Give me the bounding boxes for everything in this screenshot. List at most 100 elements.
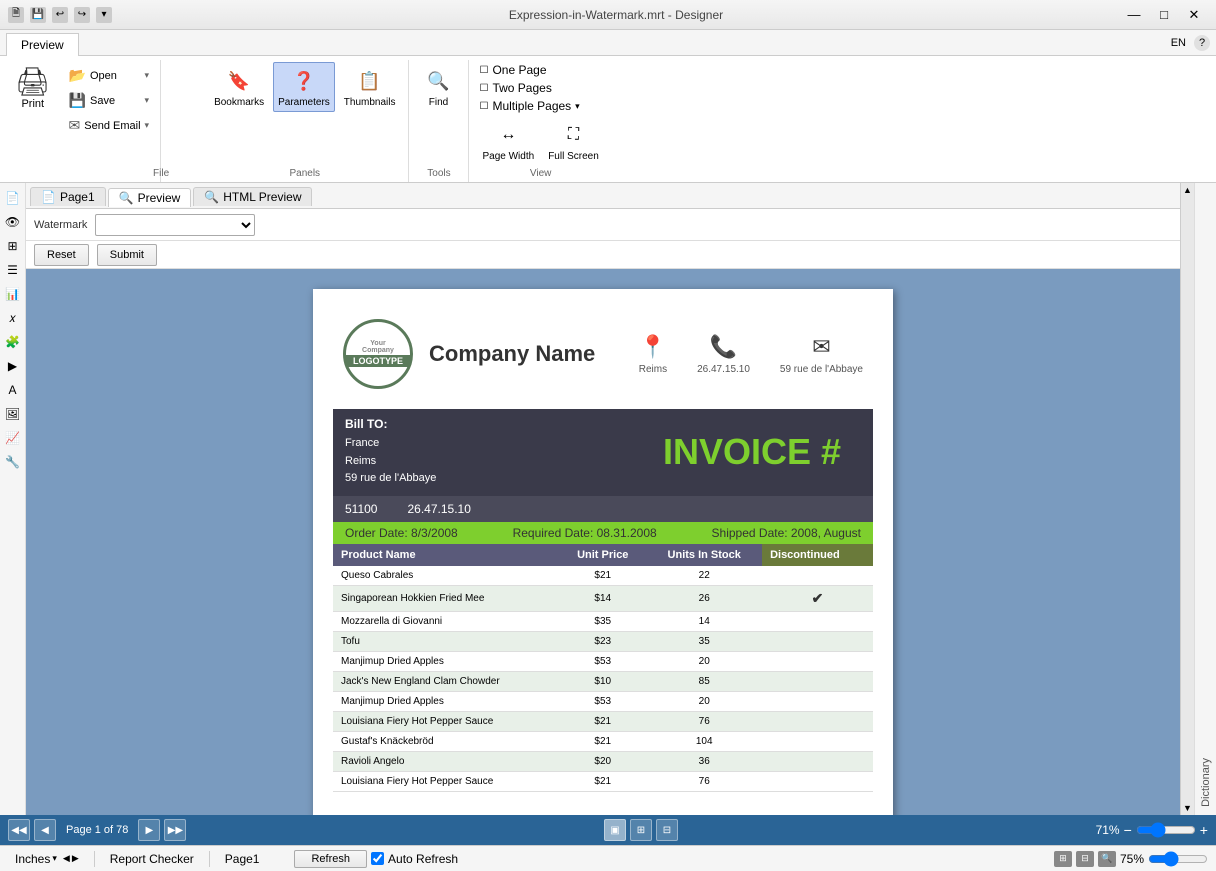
- status-zoom-slider[interactable]: [1148, 851, 1208, 867]
- bookmarks-icon: 🔖: [223, 65, 255, 97]
- auto-refresh-checkbox[interactable]: [371, 852, 384, 865]
- sidebar-eye-icon[interactable]: 👁: [2, 211, 24, 233]
- first-page-button[interactable]: ◀◀: [8, 819, 30, 841]
- sidebar-var-icon[interactable]: 𝑥: [2, 307, 24, 329]
- zoom-in-button[interactable]: +: [1200, 822, 1208, 838]
- nav-next-icon[interactable]: ▶: [72, 853, 79, 864]
- two-page-view-btn[interactable]: ⊞: [630, 819, 652, 841]
- table-cell: Jack's New England Clam Chowder: [333, 671, 559, 691]
- reset-button[interactable]: Reset: [34, 244, 89, 266]
- table-cell: Manjimup Dried Apples: [333, 691, 559, 711]
- dropdown-icon[interactable]: ▾: [96, 7, 112, 23]
- title-bar: 🗎 💾 ↩ ↪ ▾ Expression-in-Watermark.mrt - …: [0, 0, 1216, 30]
- print-button[interactable]: 🖨 Print: [6, 60, 60, 115]
- open-arrow: ▾: [145, 70, 150, 81]
- last-page-button[interactable]: ▶▶: [164, 819, 186, 841]
- page1-tab[interactable]: Page1: [218, 849, 267, 869]
- save-button[interactable]: 💾 Save ▾: [64, 89, 155, 112]
- contact-address: 59 rue de l'Abbaye: [780, 364, 863, 375]
- dictionary-sidebar[interactable]: Dictionary: [1194, 183, 1216, 815]
- status-icon-2[interactable]: ⊟: [1076, 851, 1094, 867]
- sidebar-format-icon[interactable]: A: [2, 379, 24, 401]
- table-cell: 35: [646, 631, 762, 651]
- minimize-button[interactable]: —: [1120, 4, 1148, 26]
- sidebar-data-icon[interactable]: 📊: [2, 283, 24, 305]
- phone-icon: 📞: [710, 334, 737, 360]
- page1-status-label: Page1: [225, 852, 260, 866]
- required-date: Required Date: 08.31.2008: [513, 526, 657, 540]
- bookmarks-label: Bookmarks: [214, 97, 264, 109]
- panels-group: 🔖 Bookmarks ❓ Parameters 📋 Thumbnails Pa…: [201, 60, 409, 182]
- bill-street: 59 rue de l'Abbaye: [345, 470, 436, 488]
- table-cell: Tofu: [333, 631, 559, 651]
- full-screen-button[interactable]: ⛶ Full Screen: [543, 116, 604, 166]
- status-icon-3[interactable]: 🔍: [1098, 851, 1116, 867]
- file-group: 🖨 Print 📂 Open ▾ 💾 Save ▾ ✉ Send Email ▾: [4, 60, 161, 182]
- tab-preview[interactable]: 🔍 Preview: [108, 188, 192, 207]
- thumbnails-icon: 📋: [354, 65, 386, 97]
- close-button[interactable]: ✕: [1180, 4, 1208, 26]
- send-email-button[interactable]: ✉ Send Email ▾: [64, 114, 155, 137]
- sidebar-page-icon[interactable]: 📄: [2, 187, 24, 209]
- help-button[interactable]: ?: [1194, 35, 1210, 51]
- table-row: Singaporean Hokkien Fried Mee$1426✔: [333, 585, 873, 611]
- bookmarks-button[interactable]: 🔖 Bookmarks: [209, 62, 269, 112]
- tab-preview[interactable]: Preview: [6, 33, 79, 56]
- table-cell: Queso Cabrales: [333, 566, 559, 586]
- tab-page1-label: Page1: [60, 190, 95, 204]
- tab-page1[interactable]: 📄 Page1: [30, 187, 106, 206]
- page-width-label: Page Width: [482, 151, 534, 163]
- tools-buttons: 🔍 Find: [417, 60, 459, 166]
- language-selector[interactable]: EN: [1171, 37, 1186, 49]
- table-row: Manjimup Dried Apples$5320: [333, 691, 873, 711]
- status-icon-1[interactable]: ⊞: [1054, 851, 1072, 867]
- refresh-button[interactable]: Refresh: [294, 850, 367, 868]
- report-checker-button[interactable]: Report Checker: [103, 849, 201, 869]
- save-icon-small[interactable]: 💾: [30, 7, 46, 23]
- refresh-section: Refresh Auto Refresh: [294, 850, 458, 868]
- next-page-button[interactable]: ▶: [138, 819, 160, 841]
- full-screen-icon: ⛶: [557, 119, 589, 151]
- thumbnails-button[interactable]: 📋 Thumbnails: [339, 62, 401, 112]
- multiple-pages-label: Multiple Pages: [492, 99, 571, 113]
- sidebar-grid-icon[interactable]: ⊞: [2, 235, 24, 257]
- nav-prev-icon[interactable]: ◀: [63, 853, 70, 864]
- one-page-check-icon: ☐: [479, 65, 488, 76]
- sidebar-settings-icon[interactable]: 🔧: [2, 451, 24, 473]
- sidebar-list-icon[interactable]: ☰: [2, 259, 24, 281]
- sidebar-puzzle-icon[interactable]: 🧩: [2, 331, 24, 353]
- redo-icon[interactable]: ↪: [74, 7, 90, 23]
- watermark-select[interactable]: [95, 214, 255, 236]
- table-cell: [762, 731, 873, 751]
- open-button[interactable]: 📂 Open ▾: [64, 64, 155, 87]
- preview-icon: 🔍: [119, 191, 134, 205]
- one-page-button[interactable]: ☐ One Page: [477, 62, 548, 78]
- sidebar-img-icon[interactable]: 🖼: [2, 403, 24, 425]
- view-group-label: View: [477, 166, 603, 182]
- maximize-button[interactable]: □: [1150, 4, 1178, 26]
- logo-company-text: Company: [362, 347, 394, 354]
- single-page-view-btn[interactable]: ▣: [604, 819, 626, 841]
- scroll-up-arrow[interactable]: ▲: [1181, 183, 1194, 197]
- zoom-slider[interactable]: [1136, 822, 1196, 838]
- page-width-button[interactable]: ↔ Page Width: [477, 116, 539, 166]
- undo-icon[interactable]: ↩: [52, 7, 68, 23]
- prev-page-button[interactable]: ◀: [34, 819, 56, 841]
- sidebar-chart-icon[interactable]: 📈: [2, 427, 24, 449]
- dictionary-label[interactable]: Dictionary: [1200, 758, 1212, 807]
- auto-refresh-check[interactable]: Auto Refresh: [371, 852, 458, 866]
- grid-page-view-btn[interactable]: ⊟: [656, 819, 678, 841]
- table-cell: 22: [646, 566, 762, 586]
- find-button[interactable]: 🔍 Find: [417, 62, 459, 112]
- multiple-pages-button[interactable]: ☐ Multiple Pages ▾: [477, 98, 581, 114]
- two-pages-button[interactable]: ☐ Two Pages: [477, 80, 553, 96]
- zoom-out-button[interactable]: −: [1124, 822, 1132, 838]
- submit-button[interactable]: Submit: [97, 244, 157, 266]
- table-cell: $21: [559, 731, 646, 751]
- view-buttons-row2: ↔ Page Width ⛶ Full Screen: [477, 114, 603, 166]
- tab-html-preview[interactable]: 🔍 HTML Preview: [193, 187, 312, 206]
- parameters-button[interactable]: ❓ Parameters: [273, 62, 335, 112]
- table-row: Louisiana Fiery Hot Pepper Sauce$2176: [333, 771, 873, 791]
- units-dropdown[interactable]: Inches ▾ ◀ ▶: [8, 849, 86, 869]
- sidebar-arrow-right-icon[interactable]: ▶: [2, 355, 24, 377]
